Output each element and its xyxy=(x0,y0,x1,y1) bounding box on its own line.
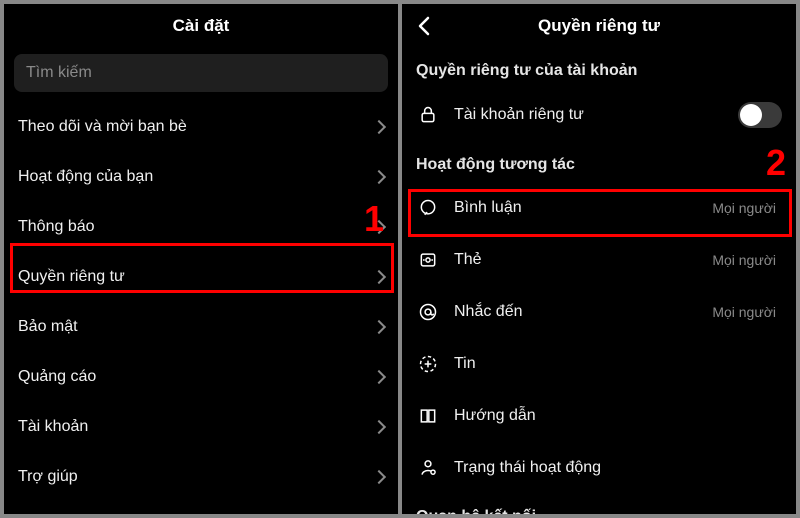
row-label: Bình luận xyxy=(454,199,712,217)
section-connections: Quan hệ kết nối xyxy=(402,494,796,514)
settings-panel: Cài đặt Tìm kiếm Theo dõi và mời bạn bè … xyxy=(4,4,398,514)
settings-item-label: Tài khoản xyxy=(18,418,368,436)
chevron-right-icon xyxy=(372,420,386,434)
row-label: Nhắc đến xyxy=(454,303,712,321)
privacy-item-activity-status[interactable]: Trạng thái hoạt động xyxy=(402,442,796,494)
settings-item-label: Trợ giúp xyxy=(18,468,368,486)
chevron-right-icon xyxy=(372,370,386,384)
toggle-knob xyxy=(740,104,762,126)
comment-icon xyxy=(416,196,440,220)
chevron-right-icon xyxy=(372,220,386,234)
mention-icon xyxy=(416,300,440,324)
activity-status-icon xyxy=(416,456,440,480)
chevron-right-icon xyxy=(372,170,386,184)
row-value: Mọi người xyxy=(712,200,776,216)
privacy-item-mentions[interactable]: Nhắc đến Mọi người xyxy=(402,286,796,338)
settings-item-label: Theo dõi và mời bạn bè xyxy=(18,118,368,136)
settings-item-label: Hoạt động của bạn xyxy=(18,168,368,186)
settings-item-label: Bảo mật xyxy=(18,318,368,336)
settings-item-account[interactable]: Tài khoản xyxy=(4,402,398,452)
chevron-right-icon xyxy=(372,120,386,134)
settings-item-help[interactable]: Trợ giúp xyxy=(4,452,398,502)
section-account-privacy: Quyền riêng tư của tài khoản xyxy=(402,48,796,88)
settings-header: Cài đặt xyxy=(4,4,398,48)
privacy-title: Quyền riêng tư xyxy=(538,16,660,36)
chevron-right-icon xyxy=(372,470,386,484)
row-value: Mọi người xyxy=(712,304,776,320)
settings-item-label: Thông báo xyxy=(18,218,368,236)
settings-item-ads[interactable]: Quảng cáo xyxy=(4,352,398,402)
privacy-panel: Quyền riêng tư Quyền riêng tư của tài kh… xyxy=(402,4,796,514)
settings-item-follow[interactable]: Theo dõi và mời bạn bè xyxy=(4,102,398,152)
settings-item-security[interactable]: Bảo mật xyxy=(4,302,398,352)
settings-item-notifications[interactable]: Thông báo xyxy=(4,202,398,252)
guide-icon xyxy=(416,404,440,428)
privacy-item-tags[interactable]: Thẻ Mọi người xyxy=(402,234,796,286)
row-label: Trạng thái hoạt động xyxy=(454,459,782,477)
settings-item-activity[interactable]: Hoạt động của bạn xyxy=(4,152,398,202)
story-icon xyxy=(416,352,440,376)
private-account-toggle[interactable] xyxy=(738,102,782,128)
lock-icon xyxy=(416,103,440,127)
settings-item-label: Quảng cáo xyxy=(18,368,368,386)
row-label: Thẻ xyxy=(454,251,712,269)
settings-title: Cài đặt xyxy=(173,16,230,36)
search-input[interactable]: Tìm kiếm xyxy=(14,54,388,92)
tag-icon xyxy=(416,248,440,272)
privacy-header: Quyền riêng tư xyxy=(402,4,796,48)
section-interactions: Hoạt động tương tác xyxy=(402,142,796,182)
search-placeholder: Tìm kiếm xyxy=(26,64,92,82)
privacy-item-comments[interactable]: Bình luận Mọi người xyxy=(402,182,796,234)
chevron-right-icon xyxy=(372,320,386,334)
settings-item-privacy[interactable]: Quyền riêng tư xyxy=(4,252,398,302)
settings-item-label: Quyền riêng tư xyxy=(18,268,368,286)
row-value: Mọi người xyxy=(712,252,776,268)
row-label: Tin xyxy=(454,355,782,373)
row-label: Hướng dẫn xyxy=(454,407,782,425)
private-account-row[interactable]: Tài khoản riêng tư xyxy=(402,88,796,142)
settings-item-about[interactable]: Giới thiệu xyxy=(4,502,398,514)
privacy-item-story[interactable]: Tin xyxy=(402,338,796,390)
private-account-label: Tài khoản riêng tư xyxy=(454,106,738,124)
privacy-item-guides[interactable]: Hướng dẫn xyxy=(402,390,796,442)
back-button[interactable] xyxy=(412,14,436,38)
chevron-right-icon xyxy=(372,270,386,284)
